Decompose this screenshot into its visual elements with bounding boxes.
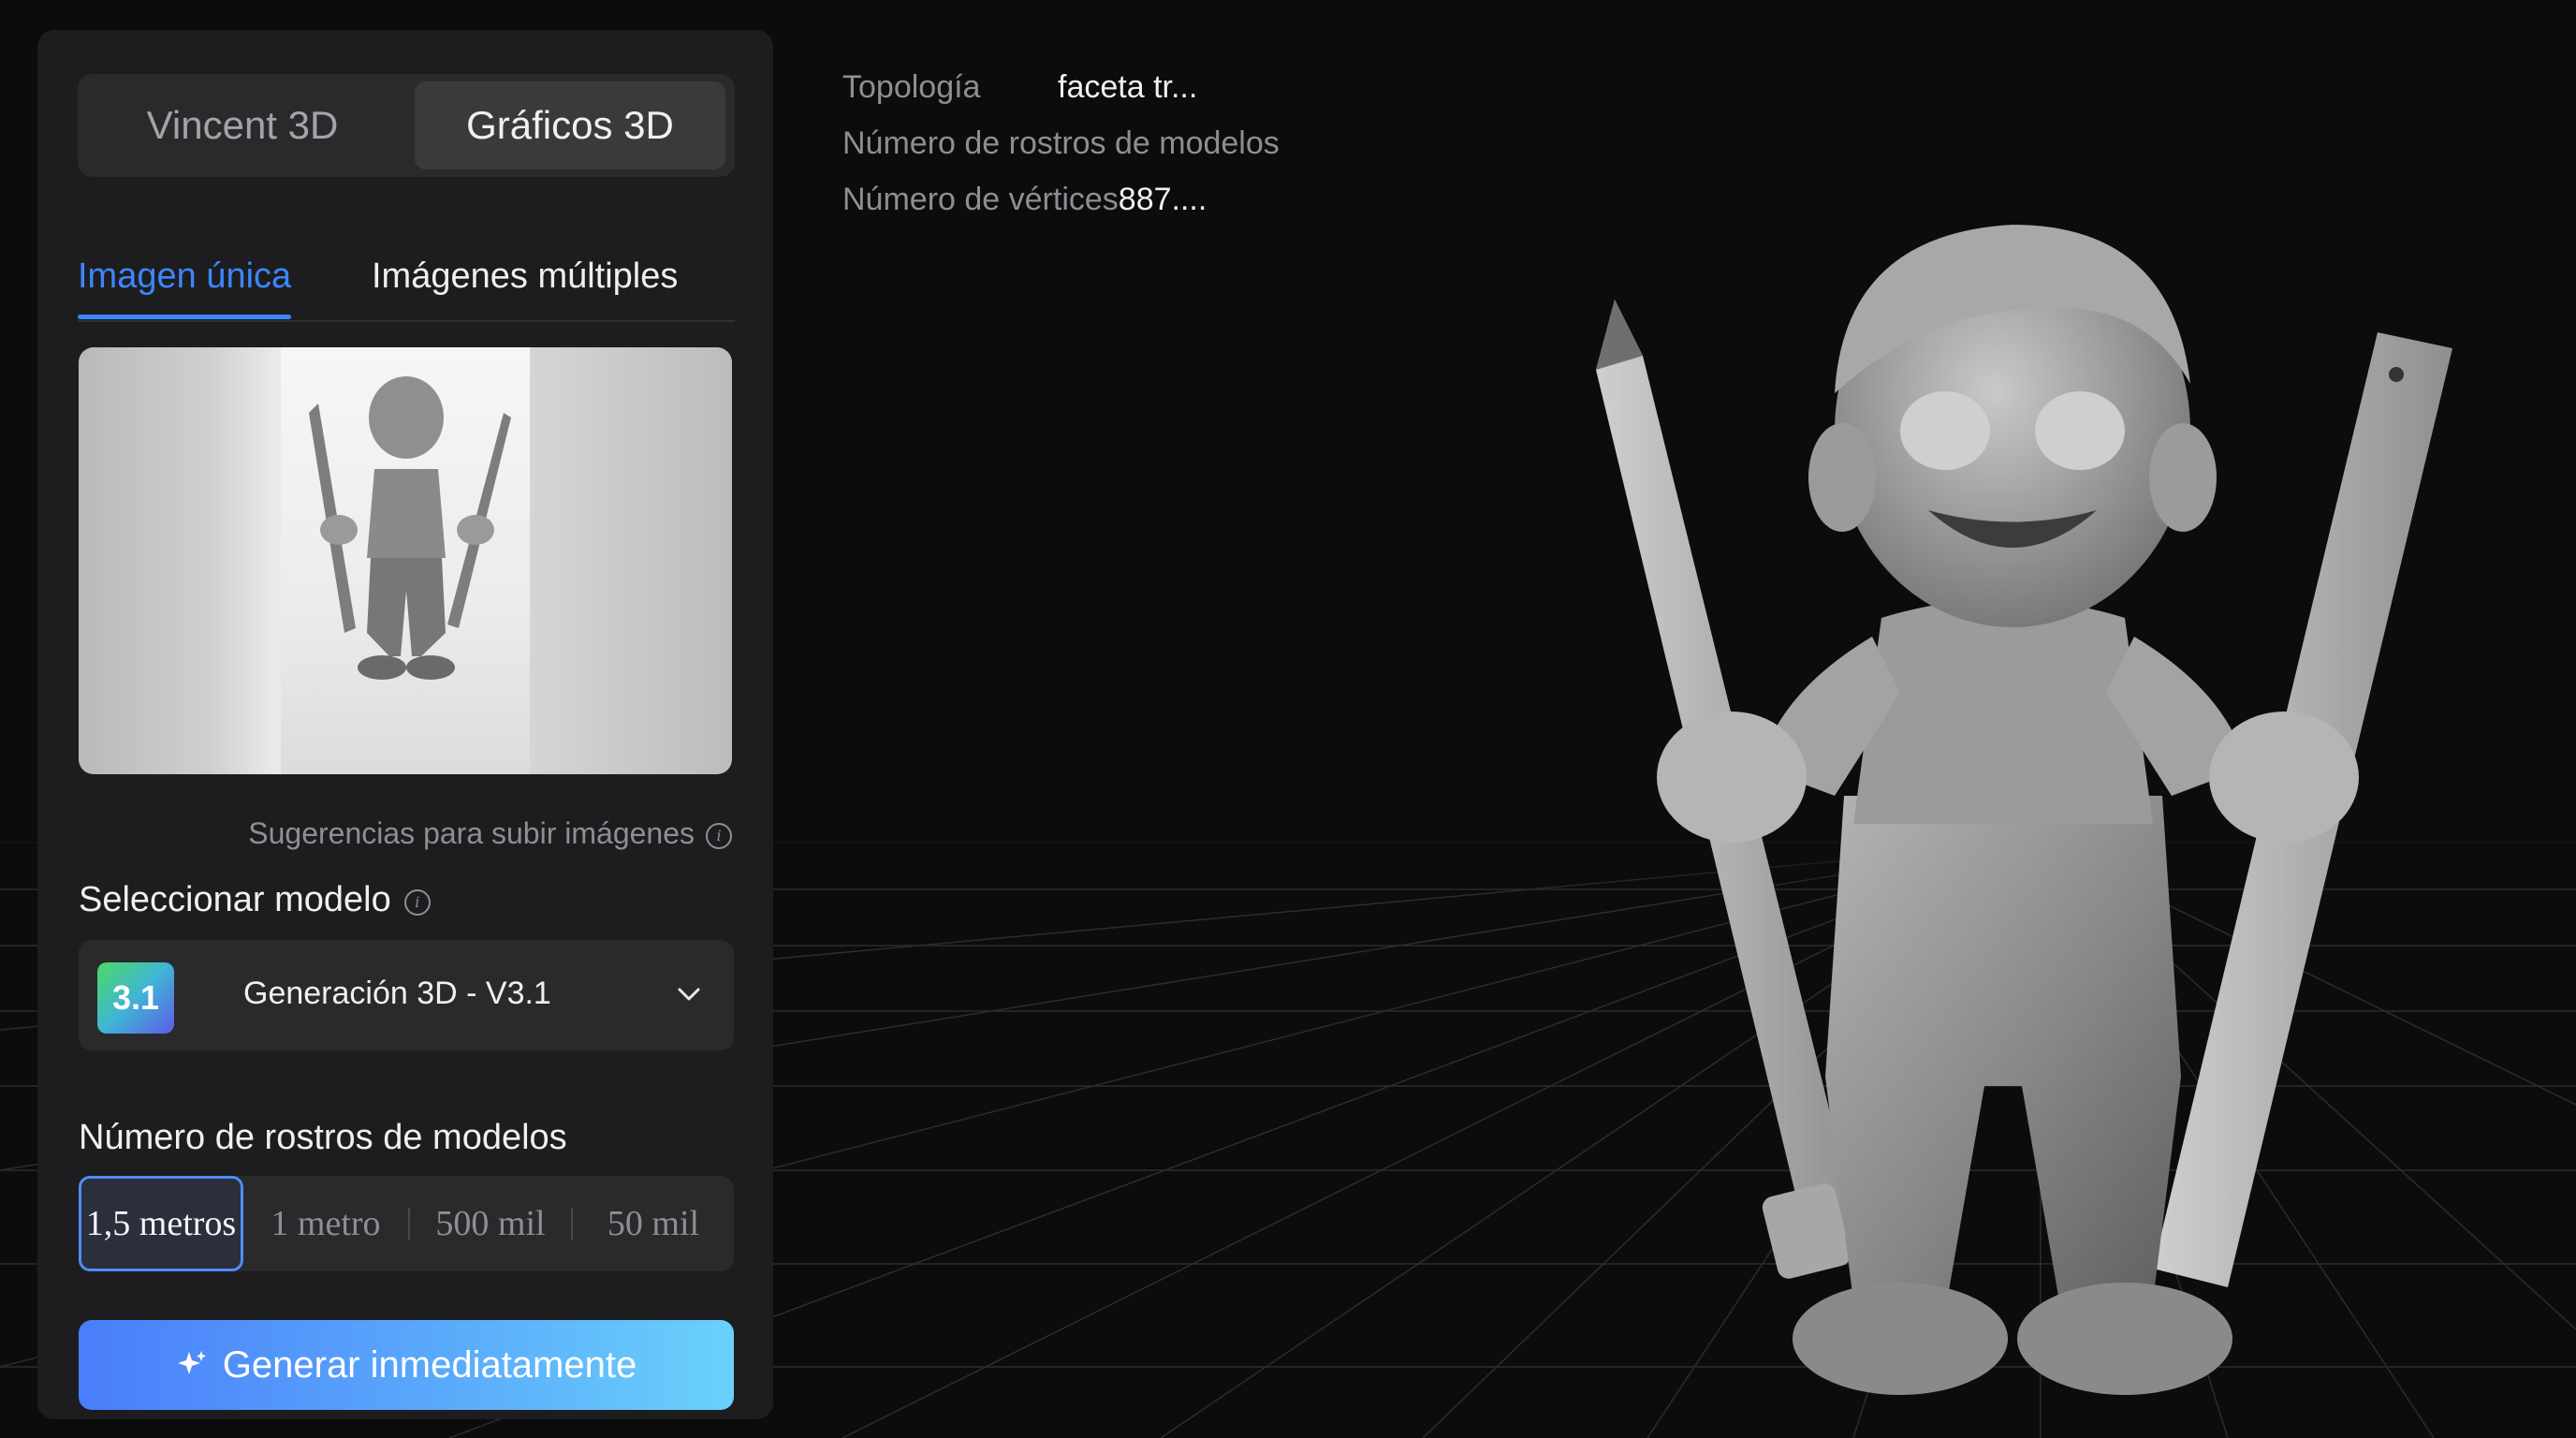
mode-vincent-3d-button[interactable]: Vincent 3D — [87, 81, 398, 169]
model-version-badge: 3.1 — [97, 962, 174, 1034]
upload-hint-text: Sugerencias para subir imágenes — [248, 816, 695, 850]
select-model-heading: Seleccionar modelo i — [79, 880, 431, 920]
uploaded-image-preview[interactable] — [79, 347, 732, 774]
face-option-500k[interactable]: 500 mil — [410, 1176, 571, 1271]
input-type-tabs: Imagen única Imágenes múltiples — [78, 227, 735, 322]
app-root: Topología faceta tr... Número de rostros… — [0, 0, 2576, 1438]
model-name: Generación 3D - V3.1 — [243, 976, 551, 1011]
vertices-label: Número de vértices — [842, 182, 1119, 217]
3d-model-preview[interactable] — [1596, 225, 2452, 1395]
select-model-label: Seleccionar modelo — [79, 880, 391, 919]
topology-value: faceta tr... — [1058, 69, 1198, 105]
face-option-1m[interactable]: 1 metro — [243, 1176, 408, 1271]
chevron-down-icon — [678, 988, 700, 1001]
faces-count-row: Número de rostros de modelos — [842, 125, 1280, 162]
generate-label: Generar inmediatamente — [222, 1343, 637, 1386]
faces-count-label: Número de rostros de modelos — [842, 125, 1280, 161]
tab-single-image[interactable]: Imagen única — [78, 257, 292, 319]
info-icon[interactable]: i — [706, 823, 732, 849]
face-count-selector: 1,5 metros 1 metro 500 mil 50 mil — [79, 1176, 734, 1271]
face-option-50k[interactable]: 50 mil — [573, 1176, 734, 1271]
vertices-value: 887.... — [1118, 182, 1208, 217]
mode-graficos-3d-button[interactable]: Gráficos 3D — [415, 81, 725, 169]
face-count-heading: Número de rostros de modelos — [79, 1118, 567, 1157]
tab-multiple-images[interactable]: Imágenes múltiples — [372, 257, 678, 297]
generate-button[interactable]: Generar inmediatamente — [79, 1320, 734, 1410]
topology-label: Topología — [842, 69, 981, 105]
info-icon[interactable]: i — [403, 889, 431, 916]
topology-row: Topología faceta tr... — [842, 69, 1197, 106]
uploaded-image — [281, 347, 530, 774]
face-option-1-5m[interactable]: 1,5 metros — [79, 1176, 243, 1271]
control-panel: Vincent 3D Gráficos 3D Imagen única Imág… — [37, 30, 773, 1419]
sparkle-icon — [176, 1349, 208, 1381]
model-dropdown[interactable]: 3.1 Generación 3D - V3.1 — [79, 940, 734, 1050]
mode-switch: Vincent 3D Gráficos 3D — [78, 74, 735, 177]
vertices-row: Número de vértices887.... — [842, 182, 1207, 218]
upload-hint[interactable]: Sugerencias para subir imágenes i — [79, 816, 732, 851]
